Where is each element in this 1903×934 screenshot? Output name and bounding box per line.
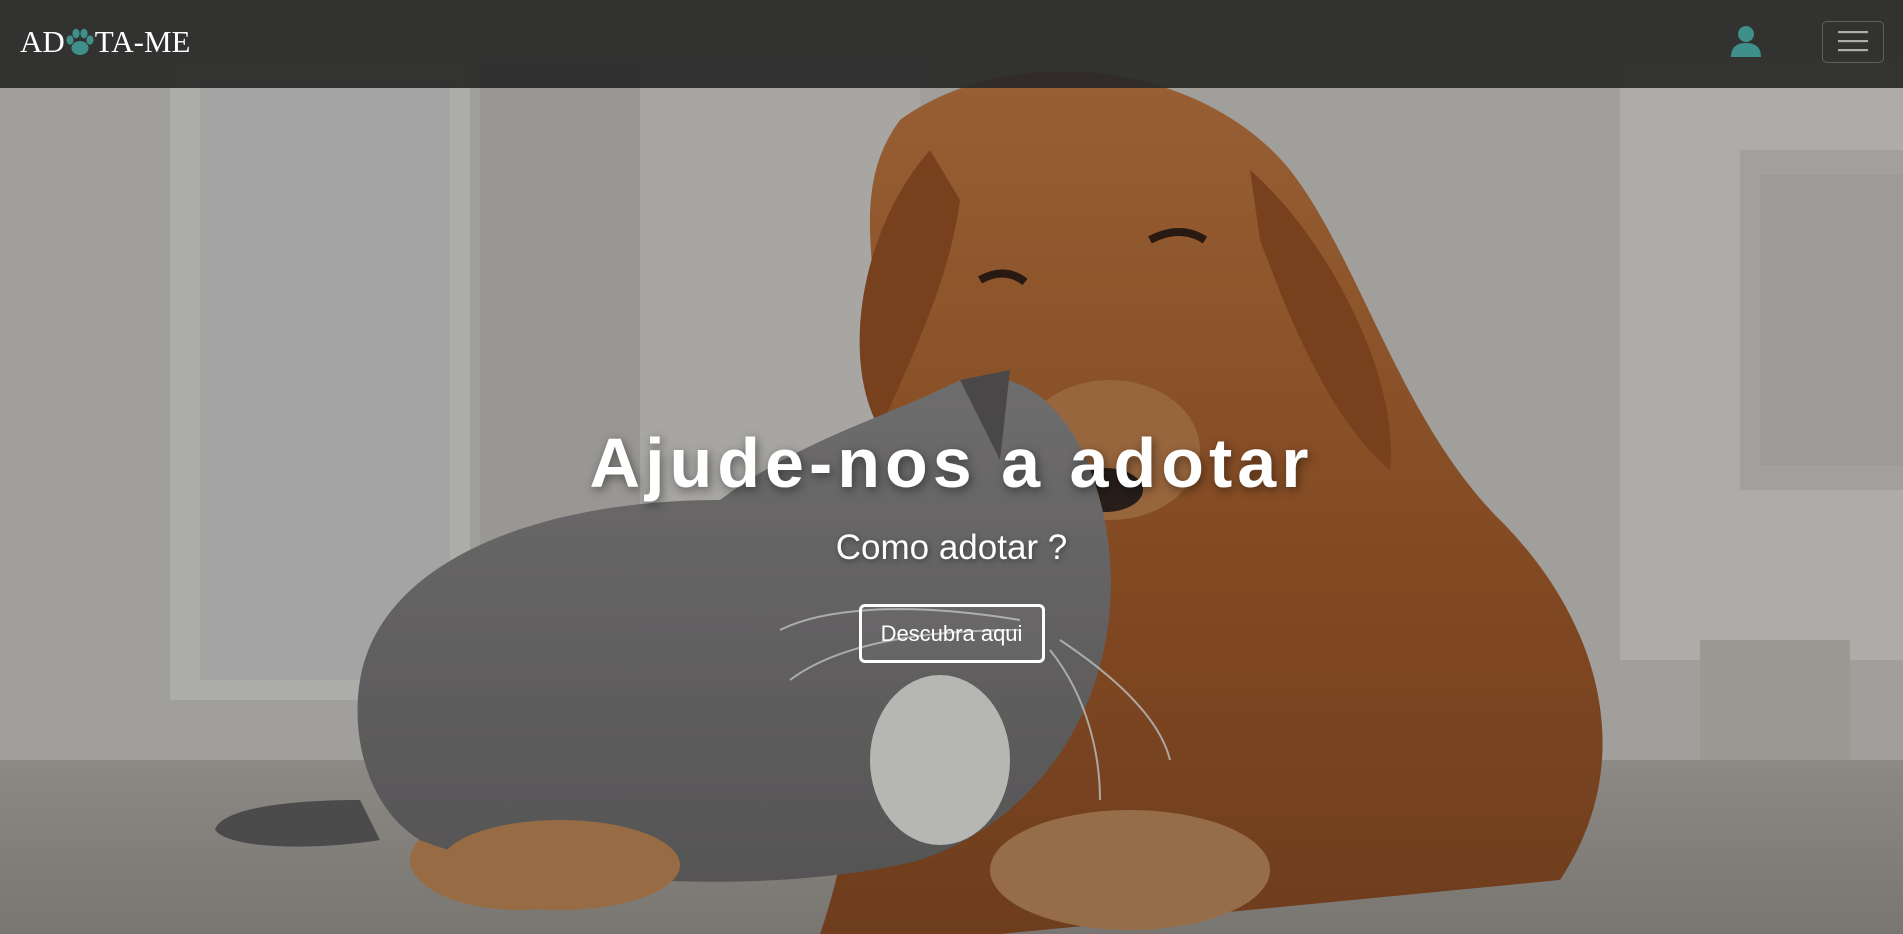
hero-subtitle: Como adotar ?	[835, 528, 1068, 567]
discover-button[interactable]: Descubra aqui	[858, 604, 1045, 663]
user-icon	[1730, 25, 1762, 62]
paw-icon	[63, 25, 97, 59]
hero-content: Ajude-nos a adotar Como adotar ? Descubr…	[0, 420, 1903, 663]
hero-title: Ajude-nos a adotar	[589, 424, 1314, 502]
top-navbar: AD TA-ME	[0, 0, 1903, 88]
user-account-link[interactable]	[1728, 24, 1764, 62]
menu-toggle-button[interactable]	[1822, 21, 1884, 63]
hamburger-icon	[1838, 29, 1868, 56]
brand-prefix: AD	[20, 24, 65, 59]
brand-suffix: TA-ME	[94, 24, 191, 59]
brand-logo[interactable]: AD TA-ME	[20, 20, 190, 64]
